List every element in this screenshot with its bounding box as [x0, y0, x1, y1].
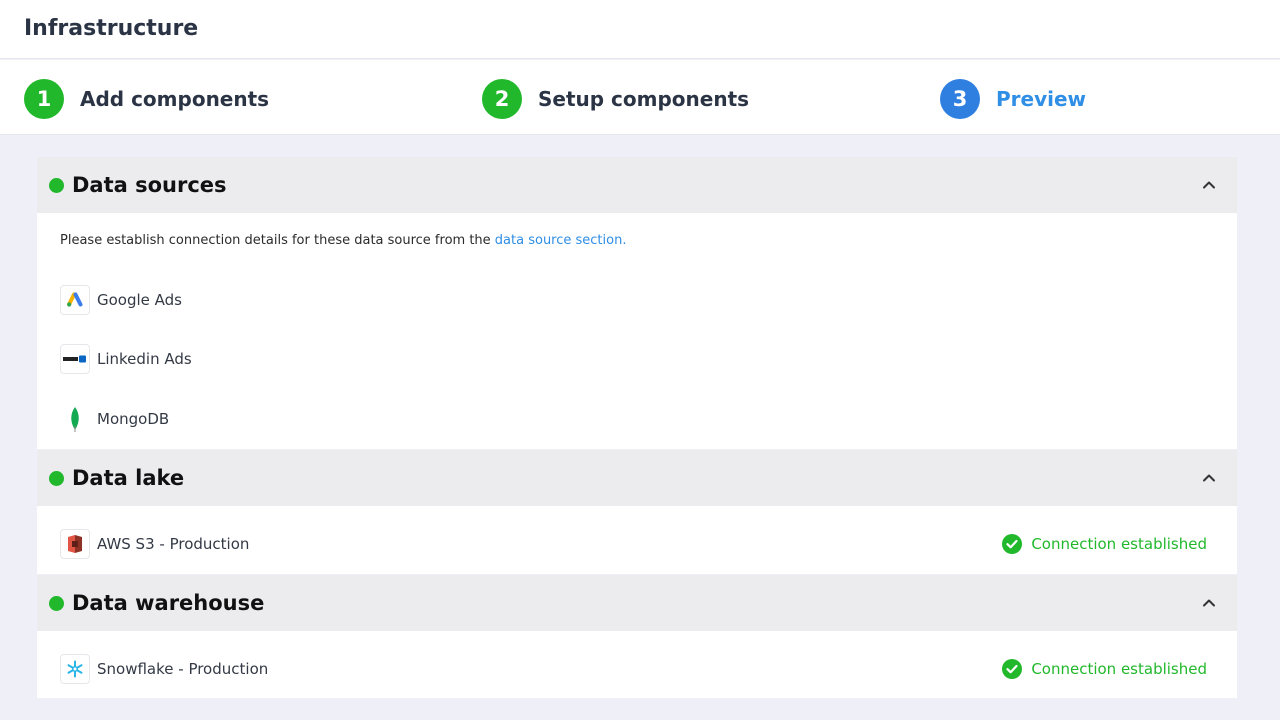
section-header-data-sources[interactable]: Data sources	[37, 157, 1237, 213]
section-header-data-warehouse[interactable]: Data warehouse	[37, 575, 1237, 631]
check-circle-icon	[1002, 659, 1023, 679]
list-item-aws-s3: AWS S3 - Production	[60, 529, 249, 559]
google-ads-icon	[60, 285, 90, 315]
connection-note: Please establish connection details for …	[60, 233, 626, 248]
list-item-snowflake: Snowflake - Production	[60, 654, 268, 684]
step-label: Add components	[80, 87, 270, 111]
connection-status: Connection established	[1002, 658, 1207, 680]
item-name: AWS S3 - Production	[97, 535, 250, 553]
status-dot	[49, 595, 64, 611]
top-bar: Infrastructure	[0, 0, 1280, 59]
step-label: Setup components	[538, 87, 750, 111]
check-circle-icon	[1002, 534, 1023, 554]
chevron-up-icon[interactable]	[1199, 593, 1219, 613]
chevron-up-icon[interactable]	[1199, 175, 1219, 195]
snowflake-icon	[60, 654, 90, 684]
status-text: Connection established	[1031, 660, 1207, 678]
section-title: Data warehouse	[72, 591, 265, 615]
mongodb-icon	[60, 404, 90, 434]
linkedin-icon	[60, 344, 90, 374]
connection-status: Connection established	[1002, 533, 1207, 555]
item-name: MongoDB	[97, 410, 170, 428]
status-text: Connection established	[1031, 535, 1207, 553]
step-number: 1	[24, 79, 64, 119]
list-item-google-ads: Google Ads	[60, 285, 182, 315]
step-label: Preview	[996, 87, 1087, 111]
stepper: 1 Add components 2 Setup components 3 Pr…	[0, 60, 1280, 135]
section-header-data-lake[interactable]: Data lake	[37, 450, 1237, 506]
item-name: Snowflake - Production	[97, 660, 269, 678]
list-item-linkedin-ads: Linkedin Ads	[60, 344, 192, 374]
status-dot	[49, 470, 64, 486]
chevron-up-icon[interactable]	[1199, 468, 1219, 488]
note-text: Please establish connection details for …	[60, 233, 495, 248]
item-name: Linkedin Ads	[97, 350, 192, 368]
section-data-sources: Data sources Please establish connection…	[37, 157, 1237, 449]
step-add-components[interactable]: 1 Add components	[24, 79, 269, 119]
section-title: Data lake	[72, 466, 185, 490]
section-data-lake: Data lake AWS S3 - Production Connection…	[37, 450, 1237, 574]
list-item-mongodb: MongoDB	[60, 404, 169, 434]
section-title: Data sources	[72, 173, 227, 197]
step-number: 3	[940, 79, 980, 119]
step-preview[interactable]: 3 Preview	[940, 79, 1086, 119]
step-setup-components[interactable]: 2 Setup components	[482, 79, 749, 119]
section-data-warehouse: Data warehouse Snowflake - Production Co…	[37, 575, 1237, 698]
data-source-section-link[interactable]: data source section.	[495, 233, 627, 248]
page-title: Infrastructure	[24, 16, 199, 41]
step-number: 2	[482, 79, 522, 119]
item-name: Google Ads	[97, 291, 182, 309]
aws-s3-icon	[60, 529, 90, 559]
status-dot	[49, 177, 64, 193]
